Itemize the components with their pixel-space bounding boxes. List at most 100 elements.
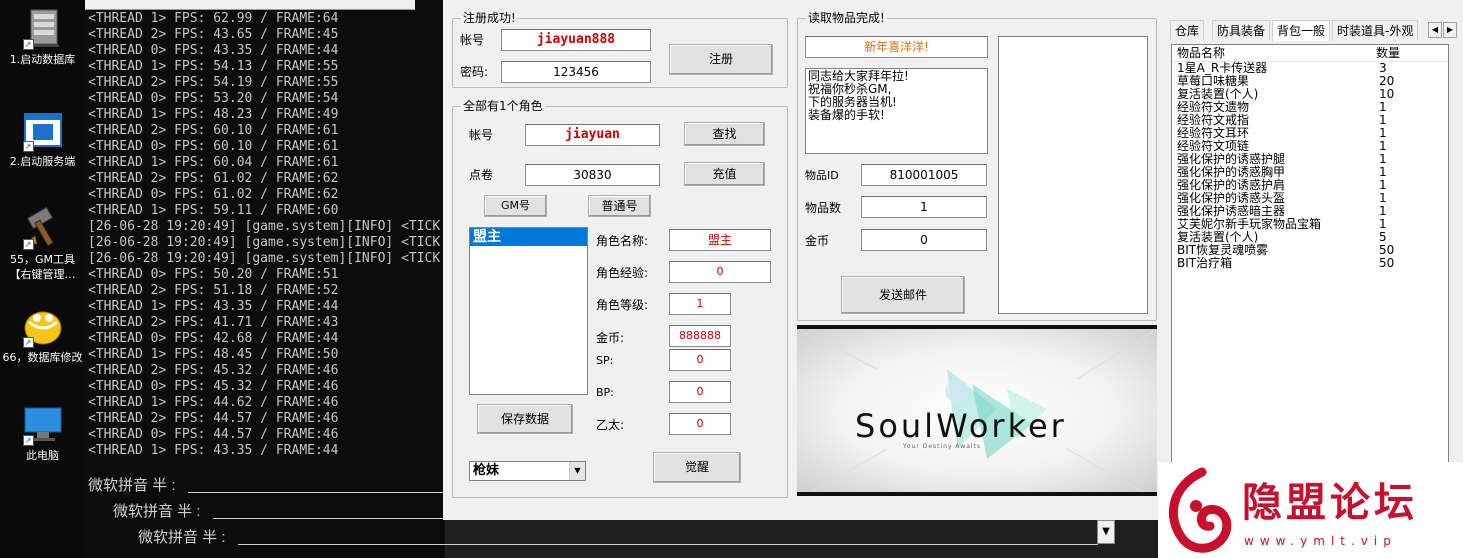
- inventory-item-quantity: 50: [1379, 256, 1395, 270]
- desktop-icon-this-pc[interactable]: ↗ 此电脑: [0, 402, 85, 463]
- normal-account-button[interactable]: 普通号: [588, 195, 651, 217]
- register-password-label: 密码:: [460, 65, 489, 79]
- watermark-logo-icon: [1168, 467, 1232, 553]
- console-line: <THREAD 2> FPS: 61.02 / FRAME:62: [88, 171, 339, 186]
- ether-field[interactable]: 0: [669, 413, 731, 435]
- search-button[interactable]: 查找: [684, 122, 765, 146]
- inventory-item-name: BIT治疗箱: [1177, 256, 1233, 270]
- role-account-field[interactable]: jiayuan: [525, 124, 660, 146]
- chevron-down-icon[interactable]: ▼: [569, 462, 585, 480]
- class-select[interactable]: 枪妹 ▼: [469, 461, 586, 481]
- console-log: <THREAD 1> FPS: 62.99 / FRAME:64 <THREAD …: [88, 11, 440, 459]
- console-line: <THREAD 0> FPS: 44.57 / FRAME:46: [88, 427, 339, 442]
- desktop-icon-label: 1.启动数据库: [9, 53, 76, 66]
- console-line: <THREAD 1> FPS: 48.45 / FRAME:50: [88, 347, 339, 362]
- desktop-icon-start-server[interactable]: ↗ 2.启动服务端: [0, 108, 85, 169]
- bp-field[interactable]: 0: [669, 381, 731, 403]
- mail-side-textarea[interactable]: [998, 36, 1148, 314]
- database-icon: ↗: [21, 304, 65, 348]
- ime-status-line: 微软拼音 半 :: [113, 503, 201, 520]
- desktop-icon-gm-tool[interactable]: ↗ 55，GM工具【右键管理…: [0, 206, 85, 282]
- desktop-icon-label: 此电脑: [26, 449, 59, 462]
- console-line: <THREAD 2> FPS: 43.65 / FRAME:45: [88, 27, 339, 42]
- ime-underline: [238, 544, 1098, 545]
- mail-subject-field[interactable]: 新年喜洋洋!: [805, 36, 988, 58]
- console-line: <THREAD 0> FPS: 42.68 / FRAME:44: [88, 331, 339, 346]
- role-name-field[interactable]: 盟主: [669, 229, 771, 251]
- bp-label: BP:: [596, 386, 614, 399]
- inventory-tabs: 仓库 防具装备 背包一般 时装道具-外观 ◀ ▶: [1166, 20, 1463, 41]
- screen: ↗ 1.启动数据库 ↗ 2.启动服务端 ↗ 55，GM工具【右键管理… ↗ 66…: [0, 0, 1463, 558]
- chevron-down-icon[interactable]: ▼: [1097, 520, 1115, 544]
- hammer-icon: ↗: [21, 206, 65, 250]
- console-line: <THREAD 2> FPS: 41.71 / FRAME:43: [88, 315, 339, 330]
- register-password-field[interactable]: 123456: [501, 61, 651, 83]
- desktop-icon-label: 2.启动服务端: [9, 155, 76, 168]
- send-mail-button[interactable]: 发送邮件: [841, 276, 965, 314]
- item-id-field[interactable]: 810001005: [861, 164, 987, 186]
- console-line: <THREAD 0> FPS: 53.20 / FRAME:54: [88, 91, 339, 106]
- console-line: [26-06-28 19:20:49] [game.system][INFO] …: [88, 235, 441, 250]
- console-line: <THREAD 0> FPS: 60.10 / FRAME:61: [88, 139, 339, 154]
- save-data-button[interactable]: 保存数据: [477, 404, 573, 434]
- console-line: <THREAD 0> FPS: 61.02 / FRAME:62: [88, 187, 339, 202]
- window-app-icon: ↗: [21, 108, 65, 152]
- role-exp-field[interactable]: 0: [669, 261, 771, 283]
- role-level-field[interactable]: 1: [669, 293, 731, 315]
- tab-warehouse[interactable]: 仓库: [1170, 20, 1205, 40]
- mail-group-title: 读取物品完成!: [806, 11, 887, 25]
- item-count-field[interactable]: 1: [861, 196, 987, 218]
- tab-armor[interactable]: 防具装备: [1212, 20, 1271, 40]
- register-group-title: 注册成功!: [461, 11, 518, 25]
- console-line: <THREAD 1> FPS: 48.23 / FRAME:49: [88, 107, 339, 122]
- tab-bag-general[interactable]: 背包一般: [1272, 20, 1331, 41]
- mail-gold-label: 金币: [805, 234, 830, 248]
- register-account-field[interactable]: jiayuan888: [501, 29, 651, 51]
- column-header-quantity[interactable]: 数量: [1376, 45, 1400, 62]
- role-level-label: 角色等级:: [596, 298, 649, 312]
- gold-field[interactable]: 888888: [669, 325, 731, 347]
- item-count-label: 物品数: [805, 201, 842, 215]
- points-field[interactable]: 30830: [525, 164, 660, 186]
- desktop-icon-db-edit[interactable]: ↗ 66，数据库修改: [0, 304, 85, 365]
- console-line: <THREAD 0> FPS: 50.20 / FRAME:51: [88, 267, 339, 282]
- column-header-item-name[interactable]: 物品名称: [1177, 45, 1225, 62]
- mail-gold-field[interactable]: 0: [861, 229, 987, 251]
- mail-body-field[interactable]: 同志给大家拜年拉! 祝福你秒杀GM, 下的服务器当机! 装备爆的手软!: [805, 68, 988, 154]
- register-button[interactable]: 注册: [669, 44, 773, 75]
- role-listbox[interactable]: 盟主: [469, 227, 588, 395]
- gold-label: 金币:: [596, 331, 625, 345]
- inventory-list[interactable]: 物品名称 数量 1星A_R卡传送器 3 草莓口味糖果 20 复活装置(个人) 10 经验符文…: [1171, 44, 1449, 464]
- watermark-url: www.ymlt.vip: [1244, 534, 1397, 548]
- computer-icon: ↗: [21, 402, 65, 446]
- banner-logo: SoulWorker: [855, 407, 1067, 445]
- role-list-item[interactable]: 盟主: [470, 228, 587, 246]
- console-title-bar[interactable]: [85, 0, 415, 10]
- console-line: <THREAD 2> FPS: 51.18 / FRAME:52: [88, 283, 339, 298]
- recharge-button[interactable]: 充值: [684, 162, 765, 186]
- banner-subtitle: Your Destiny Awaits: [903, 443, 982, 450]
- role-group-title: 全部有1个角色: [461, 99, 545, 113]
- role-account-label: 帐号: [469, 128, 494, 142]
- console-line: <THREAD 1> FPS: 44.62 / FRAME:46: [88, 395, 339, 410]
- console-line: <THREAD 1> FPS: 60.04 / FRAME:61: [88, 155, 339, 170]
- sp-field[interactable]: 0: [669, 349, 731, 371]
- console-line: <THREAD 2> FPS: 44.57 / FRAME:46: [88, 411, 339, 426]
- console-line: <THREAD 2> FPS: 54.19 / FRAME:55: [88, 75, 339, 90]
- ime-status-line: 微软拼音 半 :: [88, 477, 176, 494]
- gm-account-button[interactable]: GM号: [484, 195, 547, 217]
- chevron-right-icon[interactable]: ▶: [1443, 22, 1457, 38]
- inventory-rows: 1星A_R卡传送器 3 草莓口味糖果 20 复活装置(个人) 10 经验符文遗物 1 经验符文戒…: [1172, 62, 1448, 270]
- console-line: <THREAD 0> FPS: 43.35 / FRAME:44: [88, 43, 339, 58]
- console-line: [26-06-28 19:20:49] [game.system][INFO] …: [88, 219, 441, 234]
- tab-fashion[interactable]: 时装道具-外观: [1332, 20, 1419, 40]
- chevron-left-icon[interactable]: ◀: [1428, 22, 1442, 38]
- server-icon: ↗: [21, 6, 65, 50]
- desktop-icon-label: 66，数据库修改: [2, 351, 83, 364]
- awaken-button[interactable]: 觉醒: [653, 452, 741, 483]
- desktop-icon-start-db[interactable]: ↗ 1.启动数据库: [0, 6, 85, 67]
- console-line: [26-06-28 19:20:49] [game.system][INFO] …: [88, 251, 441, 266]
- inventory-row[interactable]: BIT治疗箱 50: [1172, 257, 1448, 270]
- ime-status-line: 微软拼音 半 :: [138, 529, 226, 546]
- inventory-header: 物品名称 数量: [1172, 45, 1448, 62]
